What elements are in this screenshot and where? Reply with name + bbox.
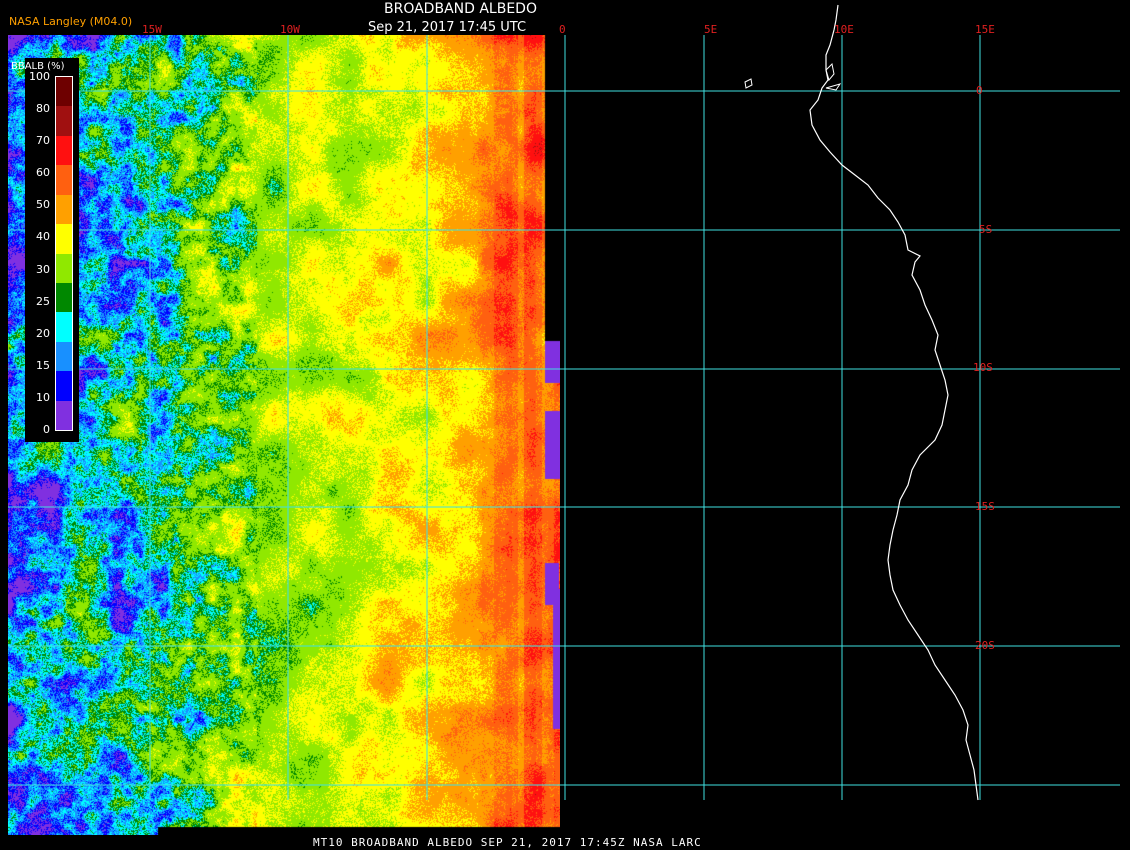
- legend-tick-label: 20: [36, 326, 50, 340]
- lat-label-5s: 5S: [979, 223, 993, 236]
- albedo-raster: [8, 35, 560, 835]
- legend-swatch: [56, 194, 72, 225]
- footer-caption: MT10 BROADBAND ALBEDO SEP 21, 2017 17:45…: [313, 836, 702, 849]
- lon-label-15w: 15W: [142, 23, 162, 36]
- legend-tick-label: 40: [36, 230, 50, 244]
- legend-swatch: [56, 371, 72, 402]
- legend-tick-label: 80: [36, 102, 50, 116]
- map-title: BROADBAND ALBEDO: [384, 1, 537, 17]
- lon-label-10e: 10E: [834, 23, 854, 36]
- color-legend: BBALB (%) 100 80 70 60 50 40 30 25 20 15 10 0: [11, 58, 79, 442]
- lon-label-15e: 15E: [975, 23, 995, 36]
- legend-tick-label: 15: [36, 358, 50, 372]
- legend-swatch: [56, 224, 72, 254]
- legend-swatch: [56, 312, 72, 343]
- albedo-imagery: [8, 35, 560, 835]
- map-datetime: Sep 21, 2017 17:45 UTC: [368, 20, 527, 35]
- legend-swatch: [56, 341, 72, 372]
- legend-swatch: [56, 253, 72, 284]
- legend-swatch: [56, 282, 72, 313]
- legend-colorbar: [55, 76, 73, 431]
- satellite-map: [0, 0, 1130, 850]
- legend-tick-label: 30: [36, 262, 50, 276]
- lat-label-20s: 20S: [975, 639, 995, 652]
- lat-label-15s: 15S: [975, 500, 995, 513]
- legend-swatch: [56, 135, 72, 166]
- lon-label-10w: 10W: [280, 23, 300, 36]
- legend-tick-label: 50: [36, 198, 50, 212]
- legend-tick-label: 10: [36, 390, 50, 404]
- legend-tick-label: 0: [43, 423, 50, 436]
- legend-tick-label: 70: [36, 134, 50, 148]
- legend-swatch: [56, 165, 72, 196]
- legend-tick-label: 60: [36, 166, 50, 180]
- lon-label-5e: 5E: [704, 23, 718, 36]
- lat-label-10s: 10S: [973, 361, 993, 374]
- lon-label-0: 0: [559, 23, 566, 36]
- legend-swatch: [56, 400, 72, 431]
- credit-label: NASA Langley (M04.0): [9, 15, 133, 28]
- legend-tick-label: 25: [36, 294, 50, 308]
- legend-swatch: [56, 77, 72, 107]
- legend-tick-label: 100: [29, 70, 50, 83]
- lat-label-0: 0: [976, 84, 983, 97]
- legend-swatch: [56, 106, 72, 137]
